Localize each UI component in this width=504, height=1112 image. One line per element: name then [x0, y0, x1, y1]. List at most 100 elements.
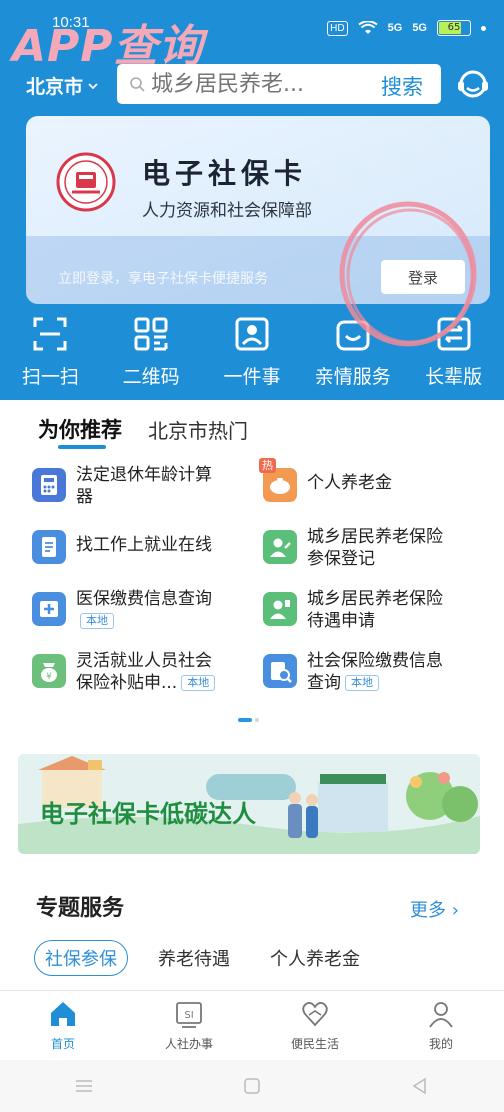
heart-hands-icon	[302, 1002, 328, 1027]
quick-action-scan[interactable]: 扫一扫	[4, 316, 96, 396]
signal-icon-2: 5G	[412, 22, 427, 34]
nav-mine[interactable]: 我的	[391, 991, 491, 1060]
service-item-job-search[interactable]: 找工作上就业在线	[32, 526, 251, 572]
service-item-line1: 找工作上就业在线	[76, 535, 212, 555]
main-content: 为你推荐 北京市热门 法定退休年龄计算器 热 个人养老金 找工作上就业在线 城乡…	[0, 400, 504, 1000]
low-carbon-banner[interactable]: 电子社保卡低碳达人	[18, 754, 480, 854]
card-subtitle: 人力资源和社会保障部	[142, 201, 312, 221]
service-item-line1: 法定退休年龄计算	[76, 465, 212, 485]
tab-beijing-hot[interactable]: 北京市热门	[148, 415, 248, 444]
quick-action-label: 二维码	[122, 366, 180, 388]
payment-query-icon	[263, 654, 297, 688]
service-item-text: 灵活就业人员社会 保险补贴申... 本地	[76, 650, 216, 694]
elder-mode-icon	[437, 317, 471, 351]
chevron-down-icon	[88, 82, 98, 89]
battery-level: 65	[447, 22, 461, 33]
calculator-icon	[32, 468, 66, 502]
search-bar: 搜索	[117, 64, 441, 104]
menu-icon[interactable]	[73, 1075, 95, 1097]
nav-label: 人社办事	[164, 1037, 213, 1051]
service-item-text: 医保缴费信息查询本地	[76, 588, 212, 632]
service-item-line2: 参保登记	[307, 549, 375, 569]
customer-service-icon[interactable]	[455, 66, 491, 102]
service-item-line2: 器	[76, 487, 93, 507]
service-item-line2: 保险补贴申...	[76, 673, 178, 693]
tab-underline	[58, 445, 106, 449]
pager-dots	[238, 718, 259, 722]
quick-action-one-thing[interactable]: 一件事	[206, 316, 298, 396]
service-item-text: 社会保险缴费信息 查询 本地	[307, 650, 443, 694]
service-item-personal-pension[interactable]: 热 个人养老金	[259, 458, 482, 510]
tab-recommend[interactable]: 为你推荐	[38, 414, 122, 444]
battery-icon: 65	[437, 20, 471, 36]
wifi-icon	[358, 21, 378, 34]
service-item-pension-register[interactable]: 城乡居民养老保险 参保登记	[263, 526, 482, 572]
one-thing-icon	[235, 317, 269, 351]
service-item-medical-query[interactable]: 医保缴费信息查询本地	[32, 588, 251, 634]
notification-dot	[481, 25, 486, 31]
signal-icon-1: 5G	[387, 22, 403, 34]
si-icon: SI	[176, 1002, 202, 1028]
back-triangle-icon[interactable]	[409, 1075, 431, 1097]
home-icon	[51, 1002, 75, 1026]
home-square-icon[interactable]	[241, 1075, 263, 1097]
city-label: 北京市	[26, 76, 84, 98]
login-tip: 立即登录，享电子社保卡便捷服务	[58, 271, 268, 287]
person-apply-icon	[263, 592, 297, 626]
service-item-flexible-subsidy[interactable]: ¥ 灵活就业人员社会 保险补贴申... 本地	[32, 650, 251, 696]
search-button[interactable]: 搜索	[381, 71, 423, 101]
city-selector[interactable]: 北京市	[26, 72, 99, 99]
quick-actions: 扫一扫 二维码 一件事 亲情服务 长辈版	[0, 316, 504, 396]
topic-tab-pension-benefit[interactable]: 养老待遇	[148, 941, 240, 975]
service-item-text: 城乡居民养老保险 参保登记	[307, 526, 443, 570]
subsidy-icon: ¥	[32, 654, 66, 688]
service-item-line1: 灵活就业人员社会	[76, 651, 212, 671]
service-item-line1: 城乡居民养老保险	[307, 527, 443, 547]
topics-more-link[interactable]: 更多 ›	[410, 896, 459, 922]
service-item-line1: 医保缴费信息查询	[76, 589, 212, 609]
pager-dot-active	[238, 718, 252, 722]
family-service-icon	[336, 320, 370, 351]
social-security-card: 电子社保卡 人力资源和社会保障部 立即登录，享电子社保卡便捷服务 登录	[26, 116, 490, 304]
nav-convenience[interactable]: 便民生活	[265, 991, 365, 1060]
qrcode-icon	[134, 317, 168, 351]
document-icon	[32, 530, 66, 564]
service-item-line1: 社会保险缴费信息	[307, 651, 443, 671]
person-register-icon	[263, 530, 297, 564]
search-icon	[130, 77, 145, 92]
service-item-retirement-calculator[interactable]: 法定退休年龄计算器	[32, 464, 251, 510]
quick-action-elder[interactable]: 长辈版	[408, 316, 500, 396]
nav-label: 首页	[50, 1037, 75, 1051]
quick-action-qrcode[interactable]: 二维码	[105, 316, 197, 396]
app-header: 10:31 HD 5G 5G 65 APP查询 北京市 搜索	[0, 0, 504, 400]
svg-text:¥: ¥	[46, 672, 52, 682]
quick-action-family[interactable]: 亲情服务	[307, 316, 399, 396]
topics-tabs: 社保参保 养老待遇 个人养老金	[34, 940, 370, 976]
service-item-payment-query[interactable]: 社会保险缴费信息 查询 本地	[263, 650, 482, 696]
local-tag: 本地	[345, 675, 379, 691]
system-nav-bar	[0, 1060, 504, 1112]
search-input[interactable]	[151, 71, 361, 97]
service-item-text: 找工作上就业在线	[76, 534, 212, 556]
topic-tab-enrollment[interactable]: 社保参保	[34, 940, 128, 976]
local-tag: 本地	[80, 613, 114, 629]
bottom-nav: 首页 SI 人社办事 便民生活 我的	[0, 990, 504, 1060]
quick-action-label: 扫一扫	[21, 366, 79, 388]
nav-home[interactable]: 首页	[13, 991, 113, 1060]
service-item-text: 法定退休年龄计算器	[76, 464, 212, 508]
service-item-text: 个人养老金	[307, 472, 392, 494]
topic-tab-personal-pension[interactable]: 个人养老金	[260, 941, 370, 975]
hot-badge: 热	[259, 458, 276, 473]
user-icon	[429, 1002, 453, 1028]
service-item-pension-apply[interactable]: 城乡居民养老保险 待遇申请	[263, 588, 482, 634]
service-item-line1: 城乡居民养老保险	[307, 589, 443, 609]
recommend-grid: 法定退休年龄计算器 热 个人养老金 找工作上就业在线 城乡居民养老保险参保登记	[32, 458, 482, 696]
login-button[interactable]: 登录	[381, 260, 465, 294]
scan-icon	[33, 317, 67, 351]
nav-label: 我的	[428, 1037, 453, 1051]
card-title: 电子社保卡	[142, 157, 308, 190]
nav-hrss-affairs[interactable]: SI 人社办事	[139, 991, 239, 1060]
topics-title: 专题服务	[36, 896, 125, 921]
medical-query-icon	[32, 592, 66, 626]
banner-title: 电子社保卡低碳达人	[40, 800, 256, 828]
